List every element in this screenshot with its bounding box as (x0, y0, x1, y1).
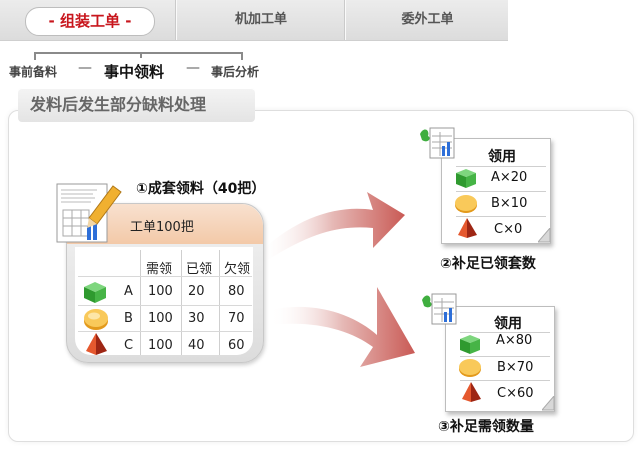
arrow-down-right-icon (270, 287, 415, 367)
green-cube-icon (460, 335, 480, 354)
tab-outsourcing-order[interactable]: 委外工单 (345, 0, 509, 40)
cell-owed: 80 (228, 284, 245, 299)
steps-connector (34, 52, 243, 60)
column-divider (181, 250, 182, 355)
doc-row-a: A×80 (496, 333, 533, 348)
section-title: 发料后发生部分缺料处理 (18, 88, 255, 122)
column-header-taken: 已领 (186, 262, 213, 277)
spreadsheet-doc-icon (422, 293, 457, 325)
item-label: C (124, 338, 134, 353)
item-label: B (124, 311, 133, 326)
caption-fill-kits: ②补足已领套数 (440, 256, 536, 272)
doc-title: 领用 (494, 316, 522, 332)
doc-row-divider (456, 166, 546, 167)
step-after[interactable]: 事后分析 (211, 63, 259, 80)
doc-row-divider (456, 191, 546, 192)
cell-need: 100 (148, 311, 173, 326)
step-separator: — (78, 60, 92, 76)
spreadsheet-pencil-icon (56, 183, 122, 243)
red-pyramid-icon (462, 382, 481, 402)
column-header-owed: 欠领 (224, 262, 251, 277)
doc-row-c: C×60 (497, 386, 534, 401)
kit-issue-label: ①成套领料（40把） (136, 181, 266, 197)
step-before[interactable]: 事前备料 (9, 63, 57, 80)
column-header-need: 需领 (146, 262, 173, 277)
cell-owed: 70 (228, 311, 245, 326)
row-divider (78, 305, 252, 306)
cell-taken: 40 (188, 338, 205, 353)
green-cube-icon (84, 282, 106, 303)
step-separator: — (186, 60, 200, 76)
column-divider (140, 250, 141, 355)
tab-assembly-order[interactable]: - 组装工单 - (25, 7, 155, 36)
row-divider (78, 276, 252, 277)
gold-coin-icon (455, 195, 477, 213)
doc-row-b: B×10 (491, 196, 528, 211)
doc-row-a: A×20 (491, 170, 528, 185)
caption-fill-required: ③补足需领数量 (438, 419, 534, 435)
doc-row-b: B×70 (497, 360, 534, 375)
arrow-up-right-icon (260, 192, 405, 265)
steps-tick (140, 52, 142, 58)
red-pyramid-icon (458, 218, 477, 238)
gold-coin-icon (84, 309, 108, 330)
spreadsheet-doc-icon (420, 127, 455, 159)
cell-owed: 60 (228, 338, 245, 353)
green-cube-icon (456, 169, 476, 188)
tab-machining-order[interactable]: 机加工单 (176, 0, 345, 40)
column-divider (219, 250, 220, 355)
step-current[interactable]: 事中领料 (104, 61, 164, 82)
doc-row-c: C×0 (494, 222, 523, 237)
cell-need: 100 (148, 284, 173, 299)
work-order-title: 工单100把 (130, 220, 194, 235)
page-curl-icon (542, 396, 555, 411)
doc-title: 领用 (488, 149, 516, 165)
item-label: A (124, 284, 133, 299)
gold-coin-icon (459, 359, 481, 377)
red-pyramid-icon (86, 333, 107, 355)
cell-need: 100 (148, 338, 173, 353)
cell-taken: 20 (188, 284, 205, 299)
page-curl-icon (538, 228, 551, 243)
cell-taken: 30 (188, 311, 205, 326)
